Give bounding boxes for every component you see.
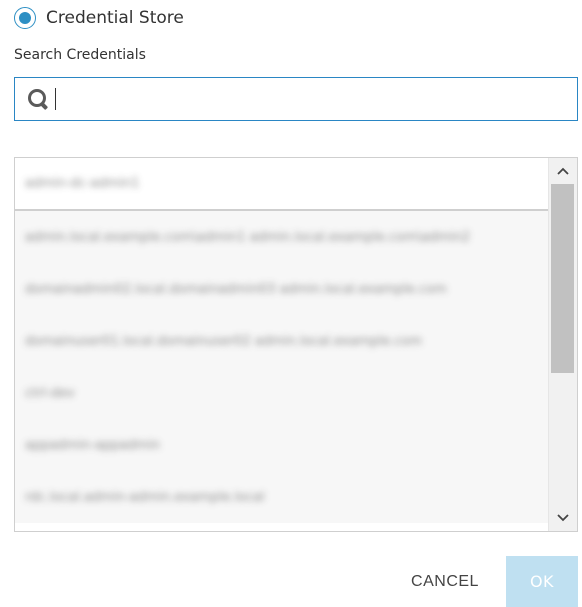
list-item-text: admin-dc-admin1	[25, 176, 140, 191]
ok-button[interactable]: OK	[506, 556, 578, 607]
scroll-down-button[interactable]	[549, 505, 577, 531]
list-item-text: ctrl-dev	[25, 385, 75, 401]
list-item-text: domainadmin02.local.domainadmin03 admin.…	[25, 281, 447, 297]
chevron-up-icon	[557, 167, 569, 175]
list-item-text: domainuser01.local.domainuser02 admin.lo…	[25, 333, 422, 349]
list-item-text: rdc.local.admin-admin.example.local	[25, 489, 265, 505]
credential-store-option[interactable]: Credential Store	[14, 6, 184, 30]
list-item[interactable]: rdc.local.admin-admin.example.local	[15, 471, 548, 523]
list-item[interactable]: appadmin-appadmin	[15, 419, 548, 471]
list-item-text: appadmin-appadmin	[25, 437, 161, 453]
cancel-button[interactable]: CANCEL	[395, 556, 495, 607]
radio-selected-dot	[19, 12, 31, 24]
search-box[interactable]	[14, 77, 578, 121]
credential-store-radio[interactable]	[14, 7, 36, 29]
search-icon	[27, 88, 49, 111]
search-credentials-label: Search Credentials	[14, 47, 146, 63]
credential-store-label: Credential Store	[46, 8, 184, 28]
list-item[interactable]: admin.local.example.com\admin1 admin.loc…	[15, 211, 548, 263]
list-scrollbar[interactable]	[548, 158, 577, 531]
list-item[interactable]: domainadmin02.local.domainadmin03 admin.…	[15, 263, 548, 315]
list-item[interactable]: ctrl-dev	[15, 367, 548, 419]
list-item[interactable]: admin-dc-admin1	[15, 158, 548, 211]
list-item-text: admin.local.example.com\admin1 admin.loc…	[25, 229, 471, 245]
credentials-list[interactable]: admin-dc-admin1 admin.local.example.com\…	[14, 157, 578, 532]
list-item[interactable]: domainuser01.local.domainuser02 admin.lo…	[15, 315, 548, 367]
chevron-down-icon	[557, 514, 569, 522]
scroll-up-button[interactable]	[549, 158, 577, 184]
search-input[interactable]	[62, 78, 577, 120]
scroll-thumb[interactable]	[551, 184, 574, 373]
credentials-list-items: admin-dc-admin1 admin.local.example.com\…	[15, 158, 548, 531]
text-caret	[55, 88, 56, 110]
